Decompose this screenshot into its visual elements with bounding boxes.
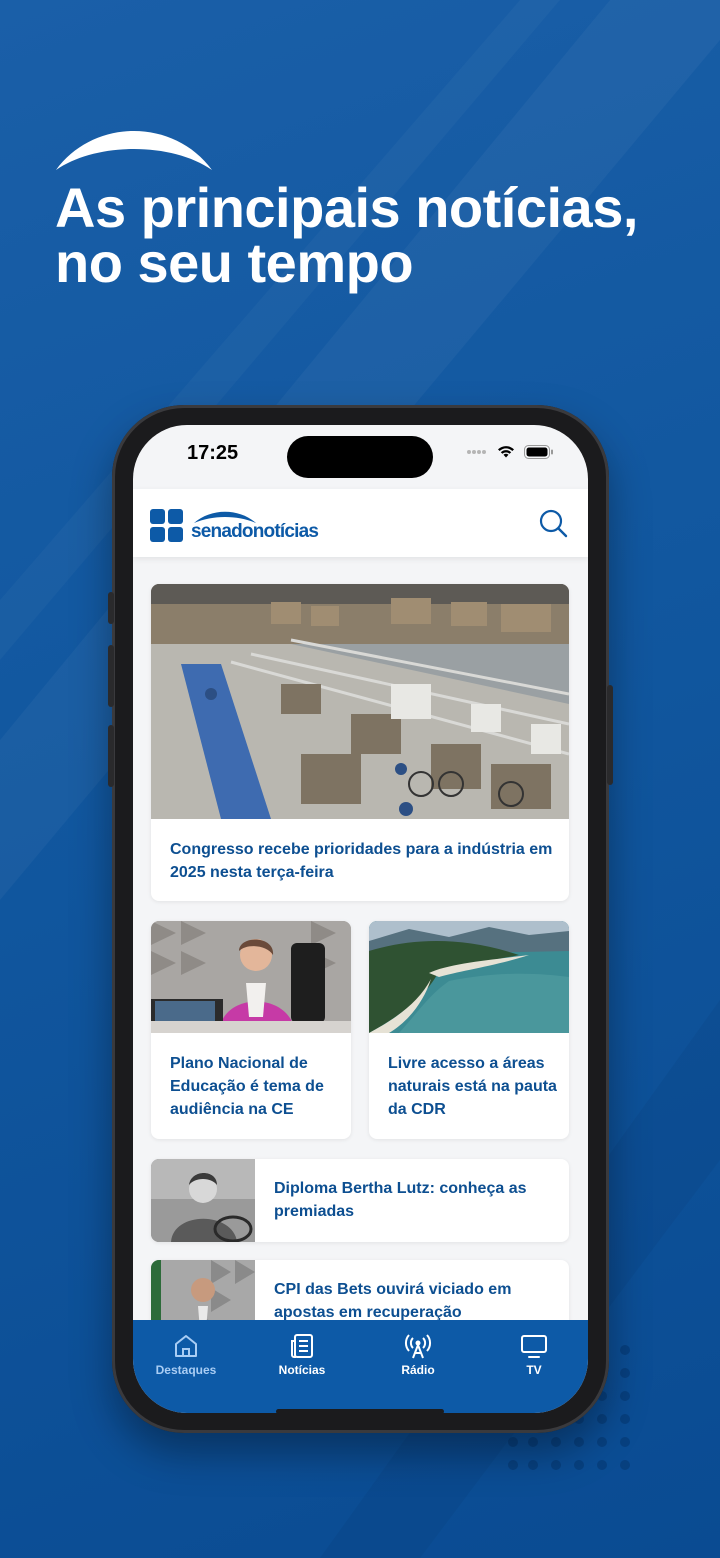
phone-side-button-3 <box>108 725 114 787</box>
headline-line-1: As principais notícias, <box>55 176 638 239</box>
article-right-image <box>369 921 569 1033</box>
promo-headline: As principais notícias, no seu tempo <box>55 176 695 294</box>
factory-photo-illustration <box>151 584 569 819</box>
headline-line-2: no seu tempo <box>55 231 414 294</box>
senado-noticias-logo[interactable]: senadonotícias <box>150 508 319 542</box>
phone-side-button-2 <box>108 645 114 707</box>
featured-article-card[interactable]: Congresso recebe prioridades para a indú… <box>151 584 569 901</box>
list-article-title: Diploma Bertha Lutz: conheça as premiada… <box>274 1180 527 1220</box>
featured-article-image <box>151 584 569 819</box>
battery-icon <box>524 444 553 459</box>
article-left-title: Plano Nacional de Educação é tema de aud… <box>170 1055 324 1118</box>
tab-tv[interactable]: TV <box>489 1332 579 1377</box>
article-card-left[interactable]: Plano Nacional de Educação é tema de aud… <box>151 921 351 1139</box>
tab-noticias[interactable]: Notícias <box>257 1332 347 1377</box>
status-icons <box>466 444 554 459</box>
list-article-card[interactable]: Diploma Bertha Lutz: conheça as premiada… <box>151 1159 569 1242</box>
list-article-image <box>151 1260 255 1320</box>
brand-arc-logo <box>56 131 212 170</box>
tab-radio[interactable]: Rádio <box>373 1332 463 1377</box>
logo-text: senadonotícias <box>191 521 319 542</box>
status-time: 17:25 <box>187 442 239 464</box>
news-feed[interactable]: Congresso recebe prioridades para a indú… <box>133 557 588 1320</box>
logo-grid-icon <box>150 508 183 542</box>
tab-label: Rádio <box>401 1363 435 1377</box>
phone-power-button <box>607 685 613 785</box>
portrait-photo-illustration <box>151 1159 255 1242</box>
bottom-tab-bar: Destaques Notícias Rádio TV <box>133 1320 588 1413</box>
phone-screen: 17:25 senadonotícias Congresso recebe pr… <box>133 425 588 1413</box>
tab-label: Destaques <box>155 1363 217 1377</box>
list-article-image <box>151 1159 255 1242</box>
logo-swoosh-icon <box>194 511 256 523</box>
tab-destaques[interactable]: Destaques <box>141 1332 231 1377</box>
tv-icon <box>521 1335 547 1358</box>
wifi-icon <box>498 446 514 458</box>
phone-mockup: 17:25 senadonotícias Congresso recebe pr… <box>108 405 613 1433</box>
home-icon <box>175 1335 197 1357</box>
speaker-photo-illustration <box>151 921 351 1033</box>
list-article-title: CPI das Bets ouvirá viciado em apostas e… <box>274 1281 512 1320</box>
app-header: senadonotícias <box>133 489 588 557</box>
phone-side-button-1 <box>108 592 114 624</box>
tab-label: TV <box>526 1363 542 1377</box>
logo-wordmark: senadonotícias <box>191 508 319 542</box>
search-icon[interactable] <box>538 508 568 538</box>
dynamic-island <box>287 436 433 478</box>
list-article-card[interactable]: CPI das Bets ouvirá viciado em apostas e… <box>151 1260 569 1320</box>
home-indicator <box>276 1409 444 1413</box>
article-right-title: Livre acesso a áreas naturais está na pa… <box>388 1055 557 1118</box>
signal-dots-icon <box>467 449 486 454</box>
featured-article-title: Congresso recebe prioridades para a indú… <box>170 841 553 881</box>
coast-photo-illustration <box>369 921 569 1033</box>
tab-label: Notícias <box>278 1363 326 1377</box>
radio-antenna-icon <box>405 1334 431 1359</box>
hearing-photo-illustration <box>151 1260 255 1320</box>
article-card-right[interactable]: Livre acesso a áreas naturais está na pa… <box>369 921 569 1139</box>
article-left-image <box>151 921 351 1033</box>
newspaper-icon <box>291 1334 313 1358</box>
